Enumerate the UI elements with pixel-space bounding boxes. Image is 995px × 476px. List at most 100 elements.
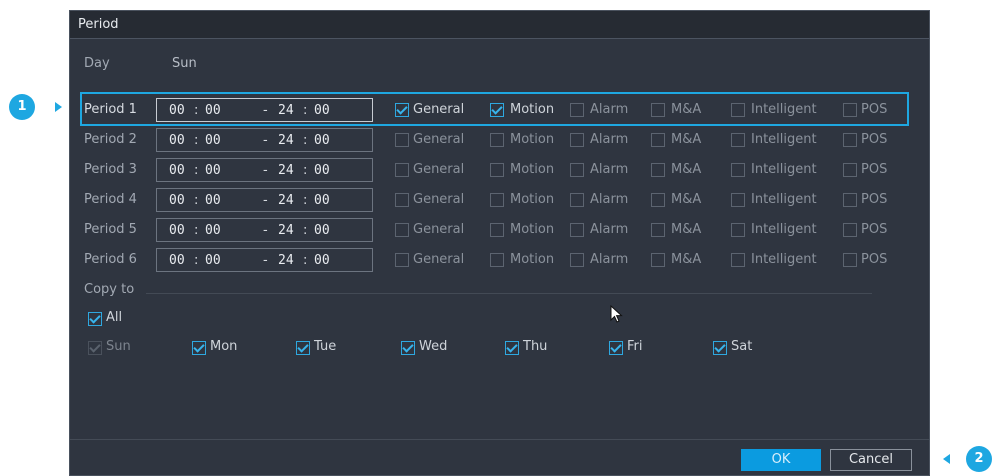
general-checkbox[interactable] [395,103,409,117]
start-minute[interactable]: 00 [205,223,221,238]
copy-to-label: Copy to [84,282,135,297]
checkbox-icon [505,341,519,355]
pos-checkbox[interactable] [843,133,857,147]
checkbox-icon [401,341,415,355]
general-checkbox[interactable] [395,133,409,147]
time-range-input[interactable]: 00:00-24:00 [156,248,373,272]
alarm-label: Alarm [590,222,629,237]
ma-checkbox[interactable] [651,133,665,147]
alarm-checkbox[interactable] [570,253,584,267]
alarm-checkbox[interactable] [570,163,584,177]
start-hour[interactable]: 00 [169,223,185,238]
ma-checkbox[interactable] [651,223,665,237]
pos-checkbox[interactable] [843,193,857,207]
ma-checkbox[interactable] [651,163,665,177]
pos-checkbox[interactable] [843,103,857,117]
period-row: Period 1 00:00-24:00 General Motion Alarm M&A… [70,97,929,123]
alarm-checkbox[interactable] [570,103,584,117]
alarm-checkbox[interactable] [570,133,584,147]
general-checkbox[interactable] [395,193,409,207]
end-hour[interactable]: 24 [278,193,294,208]
start-minute[interactable]: 00 [205,193,221,208]
end-hour[interactable]: 24 [278,163,294,178]
ma-label: M&A [671,192,702,207]
time-range-input[interactable]: 00:00-24:00 [156,128,373,152]
pos-label: POS [861,192,888,207]
range-separator: - [263,133,268,148]
copy-day-label: Thu [523,339,548,354]
ok-button[interactable]: OK [741,449,821,471]
period-dialog: Period Day Sun Period 1 00:00-24:00 Genera… [69,10,930,476]
motion-checkbox[interactable] [490,103,504,117]
end-minute[interactable]: 00 [314,223,330,238]
start-hour[interactable]: 00 [169,253,185,268]
intelligent-checkbox[interactable] [731,223,745,237]
mouse-pointer-icon [610,305,623,323]
time-separator: : [194,133,199,148]
time-separator: : [194,193,199,208]
intelligent-checkbox[interactable] [731,133,745,147]
callout-badge-2: 2 [966,446,992,472]
general-checkbox[interactable] [395,223,409,237]
general-label: General [413,132,465,147]
ma-checkbox[interactable] [651,103,665,117]
end-hour[interactable]: 24 [278,253,294,268]
end-hour[interactable]: 24 [278,103,294,118]
motion-checkbox[interactable] [490,223,504,237]
pos-checkbox[interactable] [843,253,857,267]
motion-checkbox[interactable] [490,163,504,177]
general-label: General [413,192,465,207]
general-checkbox[interactable] [395,253,409,267]
start-hour[interactable]: 00 [169,133,185,148]
start-minute[interactable]: 00 [205,163,221,178]
start-hour[interactable]: 00 [169,103,185,118]
pos-label: POS [861,222,888,237]
time-range-input[interactable]: 00:00-24:00 [156,158,373,182]
callout-arrow-1 [55,102,62,112]
general-checkbox[interactable] [395,163,409,177]
intelligent-checkbox[interactable] [731,193,745,207]
alarm-label: Alarm [590,102,629,117]
end-minute[interactable]: 00 [314,103,330,118]
period-label: Period 1 [84,102,137,117]
cancel-button[interactable]: Cancel [830,449,912,471]
intelligent-checkbox[interactable] [731,163,745,177]
time-separator: : [194,253,199,268]
pos-checkbox[interactable] [843,223,857,237]
ma-checkbox[interactable] [651,253,665,267]
end-minute[interactable]: 00 [314,133,330,148]
start-minute[interactable]: 00 [205,103,221,118]
end-minute[interactable]: 00 [314,253,330,268]
pos-checkbox[interactable] [843,163,857,177]
intelligent-label: Intelligent [751,162,817,177]
intelligent-label: Intelligent [751,102,817,117]
time-range-input[interactable]: 00:00-24:00 [156,218,373,242]
time-range-input[interactable]: 00:00-24:00 [156,188,373,212]
motion-checkbox[interactable] [490,133,504,147]
end-minute[interactable]: 00 [314,163,330,178]
alarm-checkbox[interactable] [570,223,584,237]
motion-checkbox[interactable] [490,253,504,267]
end-hour[interactable]: 24 [278,223,294,238]
ma-checkbox[interactable] [651,193,665,207]
time-separator: : [303,163,308,178]
alarm-label: Alarm [590,132,629,147]
alarm-label: Alarm [590,162,629,177]
end-minute[interactable]: 00 [314,193,330,208]
motion-checkbox[interactable] [490,193,504,207]
ma-label: M&A [671,162,702,177]
start-minute[interactable]: 00 [205,133,221,148]
intelligent-checkbox[interactable] [731,253,745,267]
day-label: Day [84,56,110,71]
motion-label: Motion [510,252,555,267]
start-hour[interactable]: 00 [169,193,185,208]
end-hour[interactable]: 24 [278,133,294,148]
time-separator: : [194,223,199,238]
intelligent-checkbox[interactable] [731,103,745,117]
time-range-input[interactable]: 00:00-24:00 [156,98,373,122]
period-label: Period 3 [84,162,137,177]
alarm-checkbox[interactable] [570,193,584,207]
start-minute[interactable]: 00 [205,253,221,268]
start-hour[interactable]: 00 [169,163,185,178]
copy-day-label: Sun [106,339,131,354]
